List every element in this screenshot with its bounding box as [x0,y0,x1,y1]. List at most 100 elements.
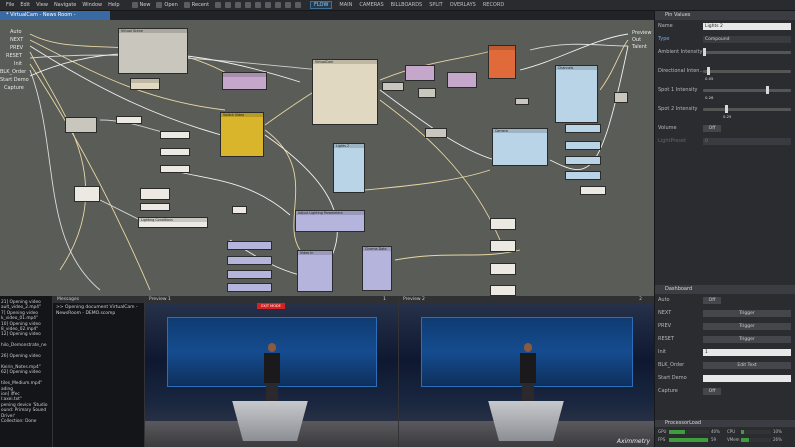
node-video-in[interactable]: Video In [297,250,333,292]
mode-split[interactable]: SPLIT [429,2,443,8]
node-small-14[interactable] [140,203,170,211]
node-purple-2[interactable] [405,65,435,81]
undo-icon[interactable] [225,2,232,8]
node-small-3[interactable] [418,88,436,98]
lightpreset-field[interactable]: 0 [703,138,791,145]
node-small-18[interactable] [490,263,516,275]
slider-knob[interactable] [766,86,770,94]
node-small-12[interactable] [74,186,100,202]
node-cinema-data[interactable]: Cinema Data [362,246,392,291]
paste-icon[interactable] [265,2,272,8]
slider-knob[interactable] [725,105,728,113]
node-small-16[interactable] [490,218,516,230]
port-init[interactable]: Init [14,61,22,67]
port-preview[interactable]: Preview [632,30,651,36]
node-small-6[interactable] [425,128,447,138]
slider-knob[interactable] [707,67,711,75]
node-virtualcam[interactable]: VirtualCam [312,59,378,125]
menu-help[interactable]: Help [108,2,119,8]
next-trigger-button[interactable]: Trigger [703,310,791,317]
mode-main[interactable]: MAIN [339,2,352,8]
recent-button[interactable]: Recent [192,2,209,8]
node-video-3[interactable] [227,270,272,279]
mode-billboards[interactable]: BILLBOARDS [391,2,423,8]
port-next[interactable]: NEXT [10,37,23,43]
save-icon[interactable] [215,2,222,8]
node-small-19[interactable] [490,285,516,296]
node-small-10[interactable] [160,148,190,156]
preview-1-render[interactable]: EXIT MODE [145,303,398,447]
layout-icon[interactable] [295,2,302,8]
node-purple-1[interactable] [222,72,267,90]
preview-2-render[interactable]: Aximmetry [399,303,654,447]
port-capture[interactable]: Capture [4,85,24,91]
port-talent[interactable]: Talent [632,44,647,50]
node-video-2[interactable] [227,256,272,265]
node-switch-video[interactable]: Switch Video [220,112,264,157]
prop-name-field[interactable]: Lights 2 [703,23,791,30]
ambient-slider[interactable] [703,48,791,56]
start-demo-field[interactable] [703,375,791,382]
port-prev[interactable]: PREV [10,45,23,51]
node-lights-2[interactable]: Lights 2 [333,143,365,193]
capture-toggle[interactable]: Off [703,388,721,395]
node-small-15[interactable] [232,206,247,214]
port-blk-order[interactable]: BLK_Order [0,69,26,75]
spot1-slider[interactable] [703,86,791,94]
node-video-4[interactable] [227,283,272,292]
init-field[interactable]: 1 [703,349,791,356]
port-start-demo[interactable]: Start Demo [0,77,29,83]
node-small-5[interactable] [515,98,529,105]
node-cutscene[interactable] [488,45,516,79]
copy-icon[interactable] [255,2,262,8]
node-small-11[interactable] [160,165,190,173]
node-video-1[interactable] [227,241,272,250]
node-small[interactable] [130,78,160,90]
node-small-13[interactable] [140,188,170,200]
mode-cameras[interactable]: CAMERAS [359,2,383,8]
new-button[interactable]: New [140,2,151,8]
blk-order-edit-button[interactable]: Edit Text [703,362,791,369]
mode-record[interactable]: RECORD [483,2,504,8]
port-reset[interactable]: RESET [6,53,22,59]
node-purple-3[interactable] [447,72,477,88]
node-conn-2[interactable] [565,141,601,150]
node-small-2[interactable] [382,82,404,91]
new-icon[interactable] [131,2,138,8]
port-out[interactable]: Out [632,37,641,43]
menu-window[interactable]: Window [82,2,102,8]
node-small-7[interactable] [580,186,606,195]
node-adjust-lighting[interactable]: Adjust Lighting Parameters [295,210,365,232]
node-grey-1[interactable] [65,117,97,133]
node-conn-4[interactable] [565,171,601,180]
prop-type-field[interactable]: Compound [703,36,791,43]
redo-icon[interactable] [235,2,242,8]
exit-mode-badge[interactable]: EXIT MODE [257,303,285,309]
node-lighting-conditions[interactable]: Lighting Conditions [138,217,208,228]
node-small-4[interactable] [614,92,628,103]
node-small-8[interactable] [116,116,142,124]
mode-flow[interactable]: FLOW [310,1,333,9]
menu-edit[interactable]: Edit [20,2,30,8]
flow-editor-canvas[interactable]: Auto NEXT PREV RESET Init BLK_Order Star… [0,20,654,296]
node-small-9[interactable] [160,131,190,139]
spot2-slider[interactable] [703,105,791,113]
recent-icon[interactable] [183,2,190,8]
tab-document[interactable]: * VirtualCam - News Room - DEMO.scomp [0,11,110,27]
volume-toggle[interactable]: Off [703,125,721,132]
cut-icon[interactable] [245,2,252,8]
preview-number[interactable]: 2 [639,296,642,303]
prev-trigger-button[interactable]: Trigger [703,323,791,330]
node-channels[interactable]: Channels [555,65,598,123]
zoom-out-icon[interactable] [285,2,292,8]
node-conn-3[interactable] [565,156,601,165]
node-virtual-scene[interactable]: Virtual Scene [118,28,188,74]
node-conn-1[interactable] [565,124,601,133]
open-icon[interactable] [156,2,163,8]
auto-toggle[interactable]: Off [703,297,721,304]
reset-trigger-button[interactable]: Trigger [703,336,791,343]
slider-knob[interactable] [703,48,706,56]
menu-view[interactable]: View [36,2,48,8]
port-auto[interactable]: Auto [10,29,22,35]
open-button[interactable]: Open [164,2,177,8]
